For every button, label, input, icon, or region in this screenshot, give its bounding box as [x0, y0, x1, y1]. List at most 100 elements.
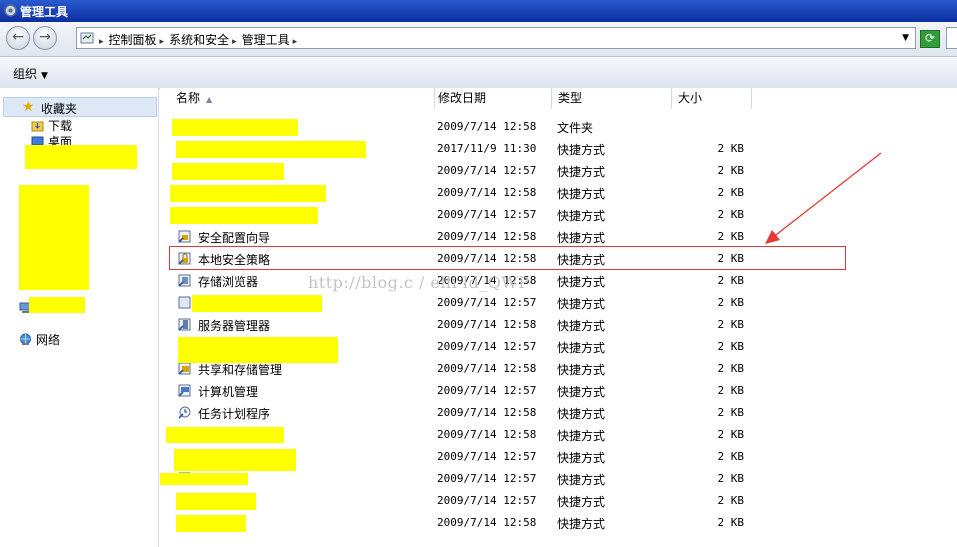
file-size: 2 KB: [717, 516, 745, 529]
forward-arrow-icon: →: [39, 29, 51, 45]
file-size: 2 KB: [717, 362, 745, 375]
file-date: 2009/7/14 12:57: [437, 494, 537, 507]
task-scheduler-icon: [178, 406, 191, 419]
file-size: 2 KB: [717, 318, 745, 331]
file-size: 2 KB: [717, 450, 745, 463]
redaction-mark: [170, 185, 326, 202]
storage-explorer-icon: [178, 274, 191, 287]
star-icon: ★: [22, 99, 35, 115]
file-name: 共享和存储管理: [198, 363, 283, 377]
redaction-mark: [192, 295, 322, 312]
file-type: 快捷方式: [557, 451, 606, 465]
shortcut-icon: [178, 296, 191, 309]
back-button[interactable]: ←: [6, 26, 30, 50]
address-row: ← → ▸ 控制面板 ▸ 系统和安全 ▸ 管理工具 ▸ ▼ ⟳: [0, 22, 957, 57]
column-header-date[interactable]: 修改日期: [432, 88, 552, 109]
redaction-mark: [174, 449, 296, 471]
file-type: 快捷方式: [557, 407, 606, 421]
file-date: 2009/7/14 12:57: [437, 472, 537, 485]
security-wizard-icon: [178, 230, 191, 243]
address-bar[interactable]: ▸ 控制面板 ▸ 系统和安全 ▸ 管理工具 ▸ ▼: [76, 27, 916, 49]
file-date: 2009/7/14 12:58: [437, 428, 537, 441]
file-size: 2 KB: [717, 230, 745, 243]
chevron-right-icon[interactable]: ▸: [232, 37, 237, 47]
admin-tools-icon: [4, 4, 17, 17]
file-row[interactable]: 2009/7/14 12:57 快捷方式 2 KB: [160, 468, 957, 490]
search-input[interactable]: [946, 27, 957, 49]
file-type: 快捷方式: [557, 319, 606, 333]
sidebar-item-downloads[interactable]: 下载: [31, 117, 72, 134]
file-date: 2017/11/9 11:30: [437, 142, 537, 155]
chevron-right-icon[interactable]: ▸: [293, 37, 298, 47]
file-type: 快捷方式: [557, 473, 606, 487]
redaction-mark: [170, 207, 318, 224]
file-date: 2009/7/14 12:58: [437, 318, 537, 331]
chevron-down-icon: ▼: [41, 71, 48, 81]
file-row[interactable]: 存储浏览器 2009/7/14 12:58 快捷方式 2 KB: [160, 270, 957, 292]
column-type-label: 类型: [558, 91, 583, 105]
file-row[interactable]: 任务计划程序 2009/7/14 12:58 快捷方式 2 KB: [160, 402, 957, 424]
file-date: 2009/7/14 12:58: [437, 362, 537, 375]
server-manager-icon: [178, 318, 191, 331]
file-type: 快捷方式: [557, 385, 606, 399]
file-size: 2 KB: [717, 186, 745, 199]
computer-management-icon: [178, 384, 191, 397]
organize-label: 组织: [13, 67, 38, 81]
sidebar-item-favorites[interactable]: ★ 收藏夹: [3, 97, 157, 117]
title-bar: 管理工具: [0, 0, 957, 22]
file-date: 2009/7/14 12:57: [437, 384, 537, 397]
file-name: 任务计划程序: [198, 407, 271, 421]
chevron-down-icon[interactable]: ▼: [902, 33, 909, 43]
redaction-mark: [160, 473, 248, 485]
redaction-mark: [166, 427, 284, 443]
file-row[interactable]: 2009/7/14 12:58 快捷方式 2 KB: [160, 512, 957, 534]
column-header-type[interactable]: 类型: [552, 88, 672, 109]
file-type: 快捷方式: [557, 341, 606, 355]
forward-button[interactable]: →: [33, 26, 57, 50]
column-header-size[interactable]: 大小: [672, 88, 752, 109]
refresh-button[interactable]: ⟳: [920, 30, 940, 48]
command-bar: 组织 ▼: [0, 57, 957, 89]
redaction-mark: [176, 141, 366, 158]
downloads-label: 下载: [48, 119, 73, 133]
file-type: 文件夹: [557, 121, 594, 135]
annotation-arrow: [765, 152, 882, 244]
redaction-mark: [178, 337, 338, 363]
network-label: 网络: [36, 333, 61, 347]
file-type: 快捷方式: [557, 231, 606, 245]
file-row[interactable]: 计算机管理 2009/7/14 12:57 快捷方式 2 KB: [160, 380, 957, 402]
file-name: 计算机管理: [198, 385, 259, 399]
breadcrumb-system-security[interactable]: 系统和安全: [169, 33, 229, 47]
chevron-right-icon[interactable]: ▸: [160, 37, 165, 47]
column-header-name[interactable]: 名称 ▲: [170, 88, 435, 109]
file-size: 2 KB: [717, 384, 745, 397]
file-size: 2 KB: [717, 406, 745, 419]
redaction-mark: [29, 297, 85, 313]
column-size-label: 大小: [678, 91, 703, 105]
file-size: 2 KB: [717, 142, 745, 155]
file-date: 2009/7/14 12:57: [437, 340, 537, 353]
annotation-box: [169, 246, 846, 270]
control-panel-icon: [80, 32, 94, 44]
sort-ascending-icon: ▲: [206, 95, 213, 104]
column-headers: 名称 ▲ 修改日期 类型 大小: [160, 88, 957, 110]
file-size: 2 KB: [717, 164, 745, 177]
file-type: 快捷方式: [557, 165, 606, 179]
refresh-icon: ⟳: [924, 31, 936, 45]
watermark-text: http://blog.c / elli ld_QWP: [308, 273, 530, 292]
file-date: 2009/7/14 12:58: [437, 230, 537, 243]
chevron-right-icon[interactable]: ▸: [99, 37, 104, 47]
column-date-label: 修改日期: [438, 91, 487, 105]
file-name: 安全配置向导: [198, 231, 271, 245]
file-type: 快捷方式: [557, 275, 606, 289]
sidebar-item-network[interactable]: 网络: [19, 331, 60, 348]
file-row[interactable]: 服务器管理器 2009/7/14 12:58 快捷方式 2 KB: [160, 314, 957, 336]
file-row[interactable]: 2009/7/14 12:57 快捷方式 2 KB: [160, 490, 957, 512]
breadcrumb-control-panel[interactable]: 控制面板: [109, 33, 157, 47]
file-type: 快捷方式: [557, 143, 606, 157]
organize-button[interactable]: 组织 ▼: [13, 65, 48, 82]
file-size: 2 KB: [717, 428, 745, 441]
redaction-mark: [176, 515, 246, 532]
breadcrumb-admin-tools[interactable]: 管理工具: [242, 33, 290, 47]
file-size: 2 KB: [717, 208, 745, 221]
